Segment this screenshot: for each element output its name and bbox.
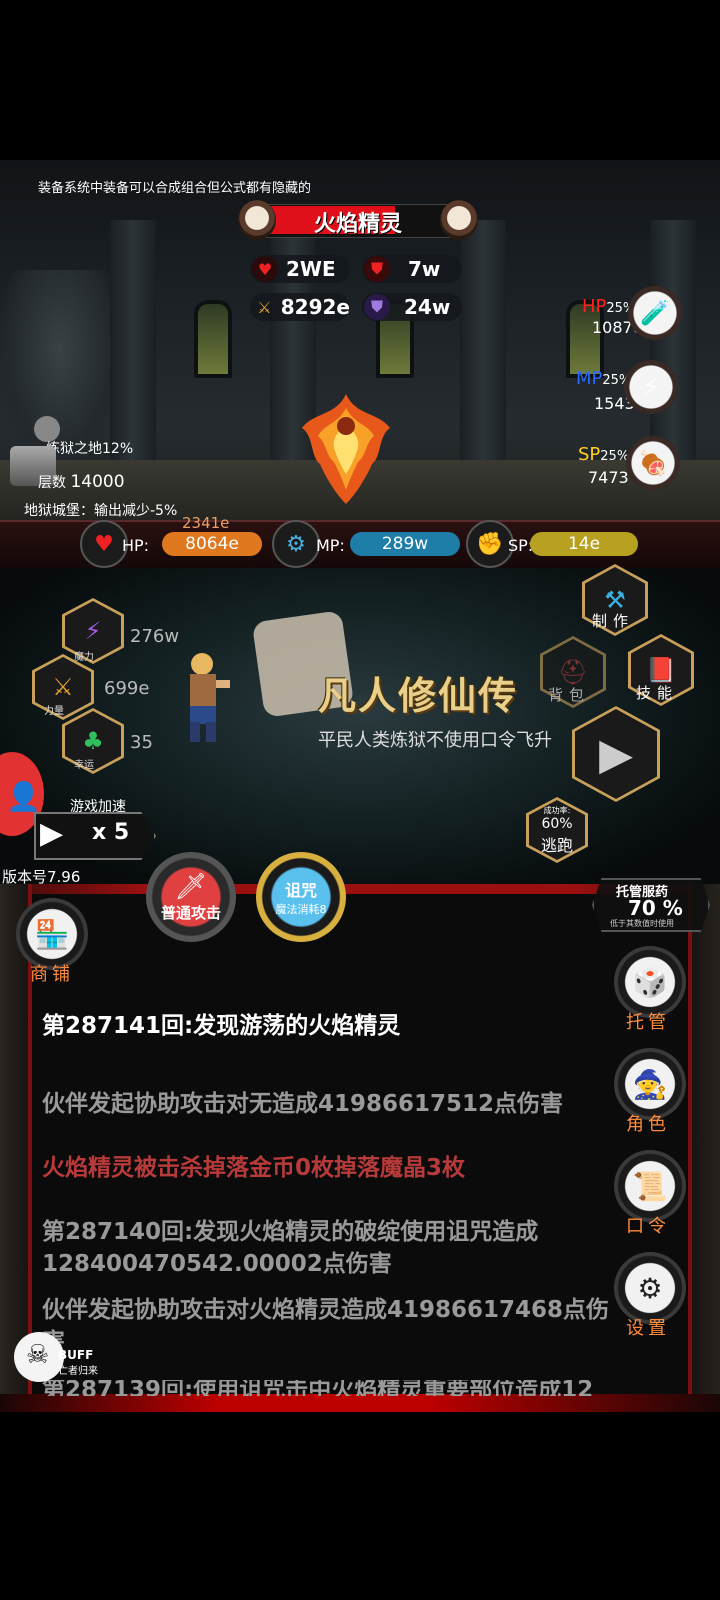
dungeon-panel: 炼狱之地12% 层数 14000 <box>8 416 138 496</box>
hp-potion-tag: HP <box>582 296 607 317</box>
luck-attr-value: 35 <box>130 732 153 753</box>
sp-value: 14e <box>530 532 638 556</box>
log-line: 伙伴发起协助攻击对无造成41986617512点伤害 <box>42 1091 564 1117</box>
player-character <box>176 650 232 746</box>
buff-skull-icon[interactable]: ☠ <box>14 1332 64 1382</box>
enemy-hp-stat: ♥ 2WE <box>250 255 350 283</box>
hp-potion-icon[interactable]: 🧪 <box>628 286 682 340</box>
curse-cost: 魔法消耗8 <box>275 903 327 916</box>
enemy-def-value: 7w <box>408 257 441 281</box>
castle-window <box>194 300 232 378</box>
escape-rate-label: 成功率: <box>543 805 571 815</box>
escape-inner: 成功率: 60% 逃跑 <box>529 800 585 860</box>
shop-icon: 🏪 <box>34 917 70 951</box>
log-right-border <box>688 884 720 1412</box>
bag-label: 背包 <box>548 686 591 704</box>
auto-potion-box[interactable]: 托管服药 70 % 低于其数值时使用 <box>592 878 710 932</box>
magic-shield-icon: ⛊ <box>364 294 390 320</box>
mp-potion-icon[interactable]: ⚡ <box>624 360 678 414</box>
strength-attr-label: 力量 <box>44 706 64 717</box>
hp-label: HP: <box>122 536 150 555</box>
strength-attr-value: 699e <box>104 678 150 699</box>
log-line: 第287140回:发现火焰精灵的破绽使用诅咒造成128400470542.000… <box>42 1219 539 1277</box>
role-label: 角色 <box>626 1114 670 1135</box>
hp-value: 8064e <box>162 532 262 556</box>
play-icon: ▶ <box>575 709 657 799</box>
log-line: 第287141回:发现游荡的火焰精灵 <box>42 1013 401 1039</box>
sp-food-icon[interactable]: 🍖 <box>626 436 680 490</box>
game-logo-title: 凡人修仙传 <box>318 674 519 718</box>
game-logo-subtitle: 平民人类炼狱不使用口令飞升 <box>318 730 552 751</box>
enemy-name: 火焰精灵 <box>313 212 402 237</box>
dice-icon: 🎲 <box>632 965 668 999</box>
game-tip: 装备系统中装备可以合成组合但公式都有隐藏的 <box>38 181 312 196</box>
enemy-mdef-stat: ⛊ 24w <box>362 293 462 321</box>
enemy-atk-stat: ⚔ 8292e <box>250 293 350 321</box>
user-icon: 👤 <box>6 780 41 813</box>
curse-label: 诅咒 <box>284 881 317 900</box>
enemy-mdef-value: 24w <box>404 295 451 319</box>
mana-icon: ⚙ <box>272 520 320 568</box>
escape-rate: 60% <box>541 815 573 832</box>
buff-name: 亡者归来 <box>58 1366 98 1377</box>
mp-potion-tag: MP <box>576 368 603 389</box>
dungeon-debuff: 地狱城堡：输出减少-5% <box>24 503 178 519</box>
speed-value: x 5 <box>92 820 130 845</box>
mp-value: 289w <box>350 532 460 556</box>
sword-icon: 🗡 <box>174 871 208 902</box>
play-icon: ▶ <box>40 816 64 851</box>
speed-button[interactable]: ▶ x 5 <box>34 812 156 860</box>
sp-potion-tag: SP <box>578 444 601 465</box>
normal-attack-label: 普通攻击 <box>160 903 221 922</box>
enemy-def-stat: ⛊ 7w <box>362 255 462 283</box>
escape-label: 逃跑 <box>540 835 573 855</box>
shield-icon: ⛊ <box>364 256 390 282</box>
sp-potion-label: SP25% <box>578 444 629 465</box>
curse-button[interactable]: 诅咒 魔法消耗8 <box>256 852 346 942</box>
heart-icon: ♥ <box>80 520 128 568</box>
auto-potion-pct: 70 % <box>628 896 683 920</box>
scroll-icon: 📜 <box>632 1169 668 1203</box>
craft-label: 制作 <box>592 612 635 630</box>
magic-attr-value: 276w <box>130 626 180 647</box>
sp-potion-count: 7473 <box>588 468 629 487</box>
sp-potion-pct: 25% <box>600 449 630 464</box>
log-left-border <box>0 884 32 1412</box>
enemy-atk-value: 8292e <box>280 295 350 319</box>
fire-spirit-monster <box>286 386 406 506</box>
strength-icon: ✊ <box>466 520 514 568</box>
hp-regen: 2341e <box>182 514 230 532</box>
heart-icon: ♥ <box>252 256 278 282</box>
log-line: 伙伴发起协助攻击对火焰精灵造成41986617468点伤害 <box>42 1297 610 1355</box>
buff-label: BUFF <box>58 1348 94 1362</box>
normal-attack-button[interactable]: 🗡 普通攻击 <box>146 852 236 942</box>
mp-label: MP: <box>316 536 345 555</box>
settings-label: 设置 <box>626 1318 670 1339</box>
skill-label: 技能 <box>636 684 679 702</box>
skull-icon: ☠ <box>26 1340 50 1370</box>
code-label: 口令 <box>626 1216 670 1237</box>
log-bottom-border <box>0 1394 720 1412</box>
floor-label: 层数 <box>38 475 66 491</box>
floor-value: 14000 <box>70 472 125 492</box>
auto-label: 托管 <box>626 1012 670 1033</box>
sword-icon: ⚔ <box>257 297 272 317</box>
dungeon-name: 炼狱之地12% <box>46 441 134 457</box>
enemy-name-bar: 火焰精灵 <box>238 200 478 240</box>
gear-icon: ⚙ <box>637 1271 663 1305</box>
magic-attr-label: 魔力 <box>74 652 94 663</box>
hooded-figure-icon: 🧙 <box>632 1067 668 1101</box>
mp-potion-label: MP25% <box>576 368 631 389</box>
auto-potion-note: 低于其数值时使用 <box>610 919 674 928</box>
luck-attr-label: 幸运 <box>74 760 94 771</box>
shop-label: 商铺 <box>30 964 74 985</box>
enemy-hp-value: 2WE <box>286 257 336 281</box>
log-line: 火焰精灵被击杀掉落金币0枚掉落魔晶3枚 <box>42 1155 466 1181</box>
